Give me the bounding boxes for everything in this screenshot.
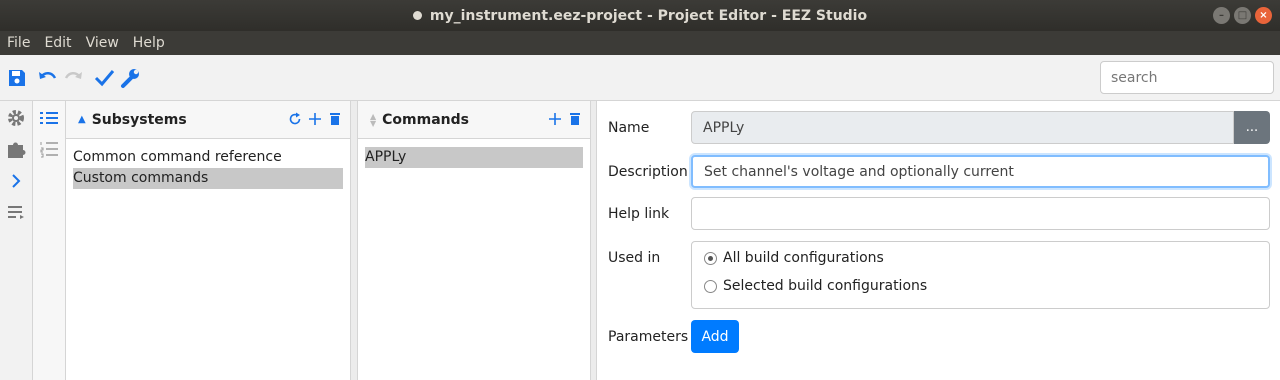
puzzle-icon[interactable] xyxy=(5,138,27,160)
activity-bar xyxy=(0,101,33,380)
menu-help[interactable]: Help xyxy=(126,35,172,51)
list-view-icon[interactable] xyxy=(38,107,60,129)
subsystems-list: Common command reference Custom commands xyxy=(66,139,350,197)
radio-label: All build configurations xyxy=(723,250,884,266)
add-command-icon[interactable] xyxy=(548,112,562,130)
subsystems-panel: ▲ Subsystems Common command reference Cu… xyxy=(66,101,350,380)
menu-bar: File Edit View Help xyxy=(0,31,1280,55)
radio-label: Selected build configurations xyxy=(723,278,928,294)
command-properties-form: Name APPLy ... Description Set channel's… xyxy=(597,101,1280,380)
menu-view[interactable]: View xyxy=(79,35,126,51)
undo-icon[interactable] xyxy=(36,67,58,89)
list-item[interactable]: Custom commands xyxy=(73,168,343,189)
commands-header: ▲ ▼ Commands xyxy=(358,101,590,139)
search-input[interactable] xyxy=(1100,61,1274,94)
view-switcher-bar xyxy=(33,101,66,380)
gear-icon[interactable] xyxy=(5,107,27,129)
list-lines-icon[interactable] xyxy=(5,201,27,223)
name-field: APPLy xyxy=(691,111,1234,144)
subsystems-header: ▲ Subsystems xyxy=(66,101,350,139)
delete-subsystem-icon[interactable] xyxy=(328,112,342,130)
used-in-label: Used in xyxy=(608,250,661,266)
sort-asc-icon[interactable]: ▲ xyxy=(78,114,86,125)
toolbar xyxy=(0,55,1280,101)
splitter[interactable] xyxy=(590,101,597,380)
delete-command-icon[interactable] xyxy=(568,112,582,130)
redo-icon[interactable] xyxy=(63,67,85,89)
parameters-label: Parameters xyxy=(608,329,689,345)
minimize-icon[interactable]: – xyxy=(1213,7,1230,24)
title-bar: my_instrument.eez-project - Project Edit… xyxy=(0,0,1280,31)
window-controls: – □ × xyxy=(1213,7,1272,24)
splitter[interactable] xyxy=(350,101,358,380)
save-icon[interactable] xyxy=(6,67,28,89)
radio-selected-configurations[interactable]: Selected build configurations xyxy=(704,278,927,294)
wrench-icon[interactable] xyxy=(119,67,141,89)
subsystems-title: Subsystems xyxy=(91,111,187,128)
help-link-field[interactable] xyxy=(691,197,1270,230)
list-item[interactable]: Common command reference xyxy=(73,147,343,168)
radio-all-configurations[interactable]: All build configurations xyxy=(704,250,884,266)
check-icon[interactable] xyxy=(93,67,115,89)
radio-checked-icon[interactable] xyxy=(704,251,717,265)
list-item[interactable]: APPLy xyxy=(365,147,583,168)
commands-panel: ▲ ▼ Commands APPLy xyxy=(358,101,590,380)
close-icon[interactable]: × xyxy=(1255,7,1272,24)
numbered-list-icon[interactable] xyxy=(38,138,60,160)
chevron-right-icon[interactable] xyxy=(5,170,27,192)
name-browse-button[interactable]: ... xyxy=(1234,111,1270,144)
sort-toggle-icon[interactable]: ▲ ▼ xyxy=(370,112,376,127)
used-in-group: All build configurations Selected build … xyxy=(691,241,1270,309)
commands-list: APPLy xyxy=(358,139,590,176)
window-title: my_instrument.eez-project - Project Edit… xyxy=(429,7,868,24)
unsaved-dot-icon xyxy=(412,11,422,20)
help-link-label: Help link xyxy=(608,206,670,222)
add-parameter-button[interactable]: Add xyxy=(691,320,739,353)
radio-unchecked-icon[interactable] xyxy=(704,279,717,293)
add-subsystem-icon[interactable] xyxy=(308,112,322,130)
description-label: Description xyxy=(608,164,688,180)
menu-file[interactable]: File xyxy=(0,35,37,51)
description-field[interactable]: Set channel's voltage and optionally cur… xyxy=(691,155,1270,188)
commands-title: Commands xyxy=(382,111,469,128)
maximize-icon[interactable]: □ xyxy=(1234,7,1251,24)
refresh-icon[interactable] xyxy=(288,112,302,130)
menu-edit[interactable]: Edit xyxy=(37,35,78,51)
name-label: Name xyxy=(608,120,650,136)
